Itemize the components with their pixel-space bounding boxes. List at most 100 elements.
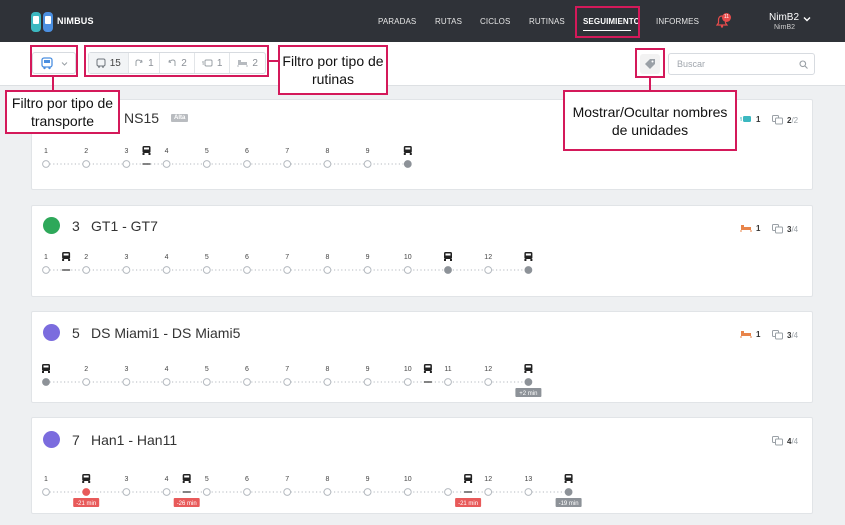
stop-number: 1 <box>44 148 48 155</box>
search-input[interactable] <box>668 53 815 75</box>
bus-wheel <box>564 481 567 483</box>
bus-wheel <box>409 153 412 155</box>
bus-window <box>465 475 471 478</box>
search-icon <box>799 60 808 69</box>
delay-label: -21 min <box>458 501 478 507</box>
stop-number: 5 <box>205 366 209 373</box>
bus-window <box>83 475 89 478</box>
bus-wheel <box>524 371 527 373</box>
stop-marker <box>363 378 372 386</box>
bus-wheel <box>423 371 426 373</box>
stop-marker <box>122 488 131 496</box>
stop-marker <box>82 378 91 386</box>
stop-number: 9 <box>366 366 370 373</box>
stop-marker <box>283 488 292 496</box>
delay-label: -19 min <box>559 501 579 507</box>
stop-marker <box>323 488 332 496</box>
stop-number: 9 <box>366 254 370 261</box>
stop-number: 8 <box>325 254 329 261</box>
bus-wheel <box>470 481 473 483</box>
stop-marker <box>82 160 91 168</box>
stop-number: 11 <box>444 366 451 373</box>
bus-window <box>43 365 49 368</box>
route-card[interactable]: 7 Han1 - Han11 4/4 1 3 4 5 6 7 8 9 10 12 13 -21 min… <box>31 417 813 514</box>
stop-number: 1 <box>44 254 48 261</box>
stop-marker <box>162 160 171 168</box>
bus-window <box>445 253 451 256</box>
bus-wheel <box>42 371 44 373</box>
bus-window <box>566 475 572 478</box>
nav-paradas[interactable]: PARADAS <box>378 17 416 26</box>
toggle-names-highlight <box>635 48 665 78</box>
stop-number: 3 <box>124 148 128 155</box>
stop-marker <box>82 488 91 496</box>
stop-marker <box>243 160 251 168</box>
bus-wheel <box>182 481 185 483</box>
stop-marker <box>484 266 493 274</box>
user-subtitle: NimB2 <box>774 24 796 31</box>
stop-number: 7 <box>285 476 289 483</box>
bus-wheel <box>570 481 573 483</box>
bus-wheel <box>88 481 91 483</box>
callout-routine-filter: Filtro por tipo de rutinas <box>278 45 388 95</box>
brand-name: NIMBUS <box>57 16 94 26</box>
bus-window <box>144 147 149 150</box>
stop-marker <box>243 266 251 274</box>
bus-window <box>184 475 190 478</box>
stop-marker <box>444 378 452 386</box>
nav-rutinas[interactable]: RUTINAS <box>529 17 565 26</box>
stop-number: 12 <box>484 366 492 373</box>
stop-number: 8 <box>325 366 329 373</box>
stop-marker <box>363 160 372 168</box>
bus-wheel <box>48 371 50 373</box>
stop-marker <box>403 266 412 274</box>
bus-wheel <box>188 481 191 483</box>
stop-marker <box>243 378 251 386</box>
stop-number: 6 <box>245 254 249 261</box>
stop-marker <box>403 488 412 496</box>
nav-rutas[interactable]: RUTAS <box>435 17 462 26</box>
stop-marker <box>484 378 493 386</box>
stop-number: 8 <box>325 476 329 483</box>
stop-number: 8 <box>325 148 329 155</box>
bus-window <box>425 365 431 368</box>
stop-marker <box>524 266 533 274</box>
stop-number: 10 <box>404 476 412 483</box>
stop-number: 7 <box>285 366 289 373</box>
bus-wheel <box>82 481 85 483</box>
stop-number: 6 <box>245 476 249 483</box>
stop-marker <box>403 378 412 386</box>
delay-label: +2 min <box>519 391 537 397</box>
bus-wheel <box>429 371 432 373</box>
stop-number: 7 <box>285 148 289 155</box>
stop-marker <box>202 378 211 386</box>
stop-number: 1 <box>44 476 48 483</box>
bus-wheel <box>68 259 71 261</box>
nimbus-logo-icon[interactable] <box>30 10 54 34</box>
bus-wheel <box>530 259 533 261</box>
stop-number: 6 <box>245 148 249 155</box>
route-card[interactable]: 5 DS Miami1 - DS Miami5 1 3/4 2 3 4 5 6 7 8 9 10… <box>31 311 813 403</box>
user-name[interactable]: NimB2 <box>769 12 799 23</box>
stop-number: 2 <box>84 148 88 155</box>
stop-number: 12 <box>484 254 492 261</box>
route-card[interactable]: 3 GT1 - GT7 1 3/4 1 2 3 4 5 6 7 8 9 10 12 <box>31 205 813 297</box>
bus-wheel <box>450 259 452 261</box>
callout-leader <box>269 60 278 62</box>
stop-number: 6 <box>245 366 249 373</box>
stop-marker <box>444 488 452 496</box>
nav-informes[interactable]: INFORMES <box>656 17 699 26</box>
delay-label: -21 min <box>76 501 96 507</box>
callout-transport-filter: Filtro por tipo de transporte <box>5 90 120 134</box>
stop-number: 2 <box>84 254 88 261</box>
chevron-down-icon[interactable] <box>803 15 811 23</box>
stop-marker <box>564 488 573 496</box>
bus-window <box>525 253 531 256</box>
stop-marker <box>42 378 50 386</box>
stop-number: 4 <box>165 148 169 155</box>
nav-ciclos[interactable]: CICLOS <box>480 17 510 26</box>
routine-filter-highlight <box>84 45 269 77</box>
stop-marker <box>122 266 131 274</box>
callout-toggle-names: Mostrar/Ocultar nombres de unidades <box>563 90 737 151</box>
stop-number: 4 <box>165 476 169 483</box>
